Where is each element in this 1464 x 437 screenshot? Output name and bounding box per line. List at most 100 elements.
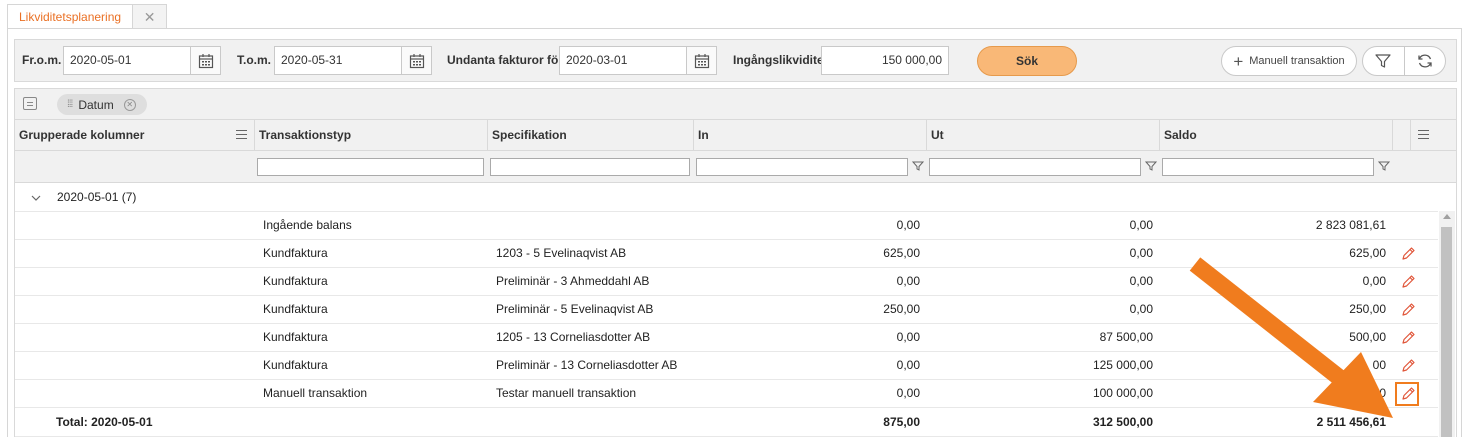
scrollbar-thumb[interactable] [1441, 227, 1452, 437]
column-header-out[interactable]: Ut [926, 120, 1159, 151]
spec-filter-input[interactable] [490, 158, 690, 176]
group-chip-label: Datum [78, 97, 114, 112]
type-filter-input[interactable] [257, 158, 484, 176]
cell-spec [496, 212, 691, 239]
cell-in: 250,00 [883, 302, 920, 316]
group-chip-datum[interactable]: ⁞⁞⁞ Datum ✕ [57, 94, 147, 115]
in-filter-input[interactable] [696, 158, 908, 176]
cell-spec: Preliminär - 13 Corneliasdotter AB [496, 358, 678, 372]
cell-balance: 2 823 081,61 [1315, 218, 1386, 232]
from-date-field[interactable]: 2020-05-01 [63, 46, 221, 75]
refresh-icon[interactable] [1403, 47, 1446, 75]
chevron-down-icon[interactable] [31, 194, 41, 202]
cell-out: 100 000,00 [1092, 386, 1153, 400]
table-row[interactable]: Ingående balans 0,00 0,00 2 823 081,61 [15, 212, 1438, 240]
calendar-icon[interactable] [686, 47, 716, 74]
column-menu-icon[interactable] [236, 130, 247, 139]
cell-balance: 500,00 [1349, 330, 1386, 344]
tab-likviditetsplanering[interactable]: Likviditetsplanering [7, 4, 134, 29]
cell-balance: -100 000,00 [1321, 386, 1386, 400]
total-balance: 2 511 456,61 [1316, 415, 1386, 429]
cell-spec: 1203 - 5 Evelinaqvist AB [496, 246, 627, 260]
cell-balance: 250,00 [1349, 302, 1386, 316]
search-button[interactable]: Sök [977, 46, 1077, 76]
manual-transaction-label: Manuell transaktion [1249, 55, 1345, 67]
cell-spec: Preliminär - 5 Evelinaqvist AB [496, 302, 654, 316]
plus-icon: + [1233, 51, 1244, 71]
cell-type: Kundfaktura [263, 358, 328, 372]
cell-out: 0,00 [1129, 274, 1153, 288]
cell-out: 87 500,00 [1099, 330, 1153, 344]
cell-in: 0,00 [896, 330, 920, 344]
group-row[interactable]: 2020-05-01 (7) [15, 184, 1438, 212]
cell-in: 625,00 [883, 246, 920, 260]
table-row[interactable]: Kundfaktura Preliminär - 13 Corneliasdott… [15, 352, 1438, 380]
tab-close-icon[interactable]: ✕ [133, 4, 168, 29]
table-row[interactable]: Kundfaktura 1205 - 13 Corneliasdotter AB 0… [15, 324, 1438, 352]
funnel-icon[interactable] [1378, 160, 1390, 172]
column-header-balance[interactable]: Saldo [1159, 120, 1392, 151]
cell-in: 0,00 [896, 274, 920, 288]
column-chooser[interactable] [1410, 120, 1456, 151]
drag-grip-icon[interactable]: ⁞⁞⁞ [67, 99, 73, 110]
from-date-value[interactable]: 2020-05-01 [64, 47, 190, 74]
opening-liquidity-label: Ingångslikviditet [733, 53, 828, 67]
pencil-icon[interactable] [1400, 274, 1416, 290]
filter-row [15, 151, 1456, 183]
table-row[interactable]: Kundfaktura 1203 - 5 Evelinaqvist AB 625,0… [15, 240, 1438, 268]
from-label: Fr.o.m. [22, 53, 62, 67]
add-manual-transaction-button[interactable]: + Manuell transaktion [1221, 46, 1357, 76]
remove-chip-icon[interactable]: ✕ [123, 98, 136, 111]
calendar-icon[interactable] [401, 47, 431, 74]
cell-spec: 1205 - 13 Corneliasdotter AB [496, 330, 651, 344]
main-panel: Fr.o.m. 2020-05-01 T.o.m. 2020-05-31 Und… [7, 28, 1462, 437]
balance-filter-input[interactable] [1162, 158, 1374, 176]
exclude-date-value[interactable]: 2020-03-01 [560, 47, 686, 74]
total-out: 312 500,00 [1092, 415, 1153, 429]
table-row[interactable]: Kundfaktura Preliminär - 3 Ahmeddahl AB 0,… [15, 268, 1438, 296]
column-header-grouped[interactable]: Grupperade kolumner [15, 120, 254, 151]
filter-toolbar: Fr.o.m. 2020-05-01 T.o.m. 2020-05-31 Und… [14, 39, 1457, 82]
column-header-type[interactable]: Transaktionstyp [254, 120, 487, 151]
exclude-date-field[interactable]: 2020-03-01 [559, 46, 717, 75]
pencil-icon[interactable] [1400, 358, 1416, 374]
cell-type: Kundfaktura [263, 246, 328, 260]
toolbar-icon-group [1362, 46, 1446, 76]
to-date-field[interactable]: 2020-05-31 [274, 46, 432, 75]
cell-out: 0,00 [1129, 246, 1153, 260]
cell-balance: 00 [1372, 358, 1386, 372]
pencil-icon[interactable] [1400, 302, 1416, 318]
funnel-icon[interactable] [1145, 160, 1157, 172]
table-row[interactable]: Manuell transaktion Testar manuell transa… [15, 380, 1438, 408]
group-panel-icon[interactable] [23, 97, 37, 110]
highlight-box [1395, 382, 1419, 406]
cell-balance: 0,00 [1362, 274, 1386, 288]
pencil-icon[interactable] [1400, 330, 1416, 346]
cell-type: Kundfaktura [263, 274, 328, 288]
cell-out: 0,00 [1129, 302, 1153, 316]
transactions-grid: Grupperade kolumner Transaktionstyp Spec… [14, 119, 1457, 437]
funnel-icon[interactable] [912, 160, 924, 172]
total-label: Total: 2020-05-01 [56, 415, 153, 429]
pencil-icon[interactable] [1400, 246, 1416, 262]
to-label: T.o.m. [237, 53, 272, 67]
cell-type: Kundfaktura [263, 330, 328, 344]
vertical-scrollbar[interactable] [1439, 211, 1455, 437]
table-row[interactable]: Kundfaktura Preliminär - 5 Evelinaqvist A… [15, 296, 1438, 324]
grid-header: Grupperade kolumner Transaktionstyp Spec… [15, 119, 1456, 151]
out-filter-input[interactable] [929, 158, 1141, 176]
scroll-up-icon[interactable] [1443, 214, 1451, 219]
opening-liquidity-input[interactable]: 150 000,00 [821, 46, 949, 75]
calendar-icon[interactable] [190, 47, 220, 74]
cell-in: 0,00 [896, 218, 920, 232]
filter-icon[interactable] [1363, 47, 1404, 75]
column-menu-icon[interactable] [1418, 130, 1429, 139]
column-header-spec[interactable]: Specifikation [487, 120, 693, 151]
column-header-in[interactable]: In [693, 120, 926, 151]
column-header-actions [1392, 120, 1410, 151]
cell-spec: Testar manuell transaktion [496, 386, 637, 400]
cell-spec: Preliminär - 3 Ahmeddahl AB [496, 274, 650, 288]
to-date-value[interactable]: 2020-05-31 [275, 47, 401, 74]
tab-bar: Likviditetsplanering ✕ [7, 4, 168, 29]
group-panel: ⁞⁞⁞ Datum ✕ [14, 88, 1457, 119]
